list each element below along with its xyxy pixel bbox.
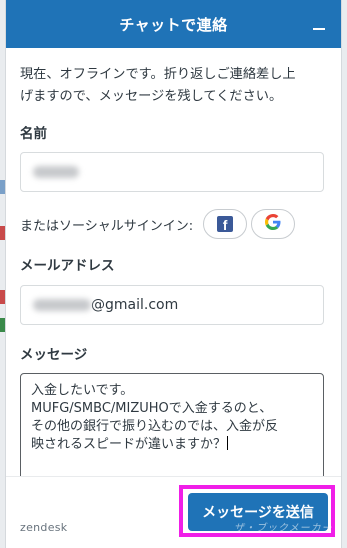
email-field[interactable]: @gmail.com bbox=[20, 285, 324, 325]
text-caret bbox=[227, 436, 229, 450]
chat-header: チャットで連絡 bbox=[6, 0, 341, 48]
facebook-icon: f bbox=[217, 216, 234, 232]
minus-icon bbox=[313, 12, 325, 37]
offline-message-line: げますので、メッセージを残してください。 bbox=[20, 89, 283, 104]
offline-message-line: 現在、オフラインです。折り返しご連絡差し上 bbox=[20, 67, 296, 82]
send-message-label: メッセージを送信 bbox=[202, 505, 314, 521]
name-field[interactable] bbox=[20, 152, 324, 192]
google-icon bbox=[265, 214, 281, 234]
offline-message: 現在、オフラインです。折り返しご連絡差し上 げますので、メッセージを残してくださ… bbox=[20, 64, 330, 108]
redacted-value bbox=[33, 166, 79, 178]
minimize-button[interactable] bbox=[305, 10, 333, 38]
email-domain: @gmail.com bbox=[91, 297, 179, 313]
message-label: メッセージ bbox=[20, 347, 88, 363]
message-field[interactable]: 入金したいです。 MUFG/SMBC/MIZUHOで入金するのと、 その他の銀行… bbox=[20, 373, 324, 493]
email-label: メールアドレス bbox=[20, 258, 115, 274]
google-signin-button[interactable] bbox=[251, 209, 296, 239]
zendesk-brand: zendesk bbox=[20, 521, 68, 534]
name-label: 名前 bbox=[20, 126, 47, 142]
message-text-line: その他の銀行で振り込むのでは、入金が反 bbox=[31, 419, 279, 434]
social-signin-row: またはソーシャルサインイン: f bbox=[20, 208, 296, 240]
chat-title: チャットで連絡 bbox=[119, 15, 228, 34]
message-text-line: 映されるスピードが違いますか？ bbox=[31, 436, 313, 454]
redacted-value bbox=[33, 299, 91, 311]
chat-widget: チャットで連絡 現在、オフラインです。折り返しご連絡差し上 げますので、メッセー… bbox=[5, 0, 342, 548]
facebook-signin-button[interactable]: f bbox=[203, 209, 248, 239]
message-text-line: 入金したいです。 bbox=[31, 383, 134, 398]
social-signin-label: またはソーシャルサインイン: bbox=[20, 218, 194, 234]
send-message-button[interactable]: メッセージを送信 bbox=[188, 493, 328, 531]
message-text-line-content: 映されるスピードが違いますか？ bbox=[31, 437, 227, 452]
chat-footer: zendesk メッセージを送信 ザ・ブックメーカーズ bbox=[6, 476, 341, 548]
message-text-line: MUFG/SMBC/MIZUHOで入金するのと、 bbox=[31, 401, 273, 416]
